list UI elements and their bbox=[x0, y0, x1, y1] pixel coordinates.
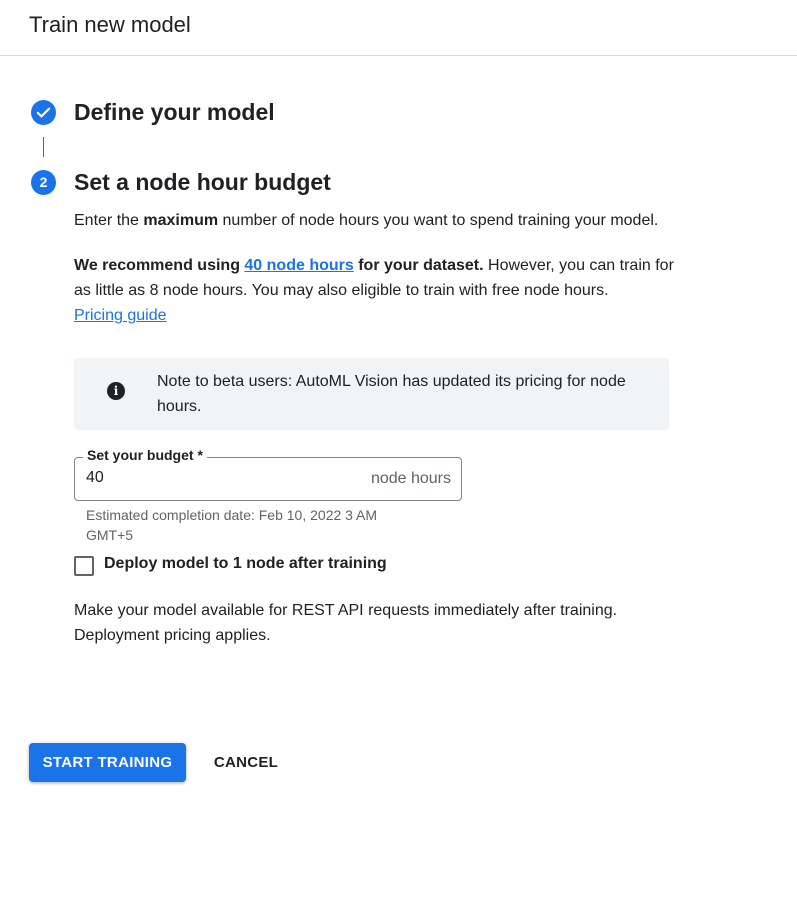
node-hours-link[interactable]: 40 node hours bbox=[244, 257, 353, 274]
recommendation-text: We recommend using 40 node hours for you… bbox=[74, 253, 674, 303]
info-icon: i bbox=[107, 382, 125, 400]
budget-suffix: node hours bbox=[370, 470, 451, 487]
step-connector bbox=[43, 137, 44, 157]
intro-suffix: number of node hours you want to spend t… bbox=[218, 212, 659, 229]
intro-bold: maximum bbox=[143, 212, 219, 229]
beta-note-banner: i Note to beta users: AutoML Vision has … bbox=[74, 358, 669, 430]
intro-text: Enter the maximum number of node hours y… bbox=[74, 208, 674, 233]
note-text: Note to beta users: AutoML Vision has up… bbox=[157, 373, 626, 415]
step-2-title: Set a node hour budget bbox=[74, 169, 331, 195]
deploy-checkbox-label[interactable]: Deploy model to 1 node after training bbox=[104, 555, 387, 573]
page-title: Train new model bbox=[29, 12, 191, 37]
pricing-guide-link[interactable]: Pricing guide bbox=[74, 303, 167, 328]
step-2-number-badge: 2 bbox=[31, 170, 56, 195]
recommend-lead: We recommend using bbox=[74, 257, 245, 274]
deploy-checkbox[interactable] bbox=[74, 556, 94, 576]
budget-input[interactable] bbox=[86, 469, 336, 487]
budget-label: Set your budget * bbox=[83, 447, 207, 463]
start-training-button[interactable]: START TRAINING bbox=[29, 743, 186, 782]
intro-prefix: Enter the bbox=[74, 212, 144, 229]
step-complete-check-icon bbox=[31, 100, 56, 125]
budget-field[interactable]: Set your budget * node hours bbox=[74, 447, 462, 501]
dialog-header: Train new model bbox=[0, 0, 797, 56]
recommend-lead-end: for your dataset. bbox=[353, 257, 484, 274]
cancel-button[interactable]: CANCEL bbox=[200, 743, 292, 782]
deploy-description: Make your model available for REST API r… bbox=[74, 602, 618, 644]
completion-estimate-hint: Estimated completion date: Feb 10, 2022 … bbox=[86, 507, 378, 543]
step-1-title[interactable]: Define your model bbox=[74, 99, 275, 126]
